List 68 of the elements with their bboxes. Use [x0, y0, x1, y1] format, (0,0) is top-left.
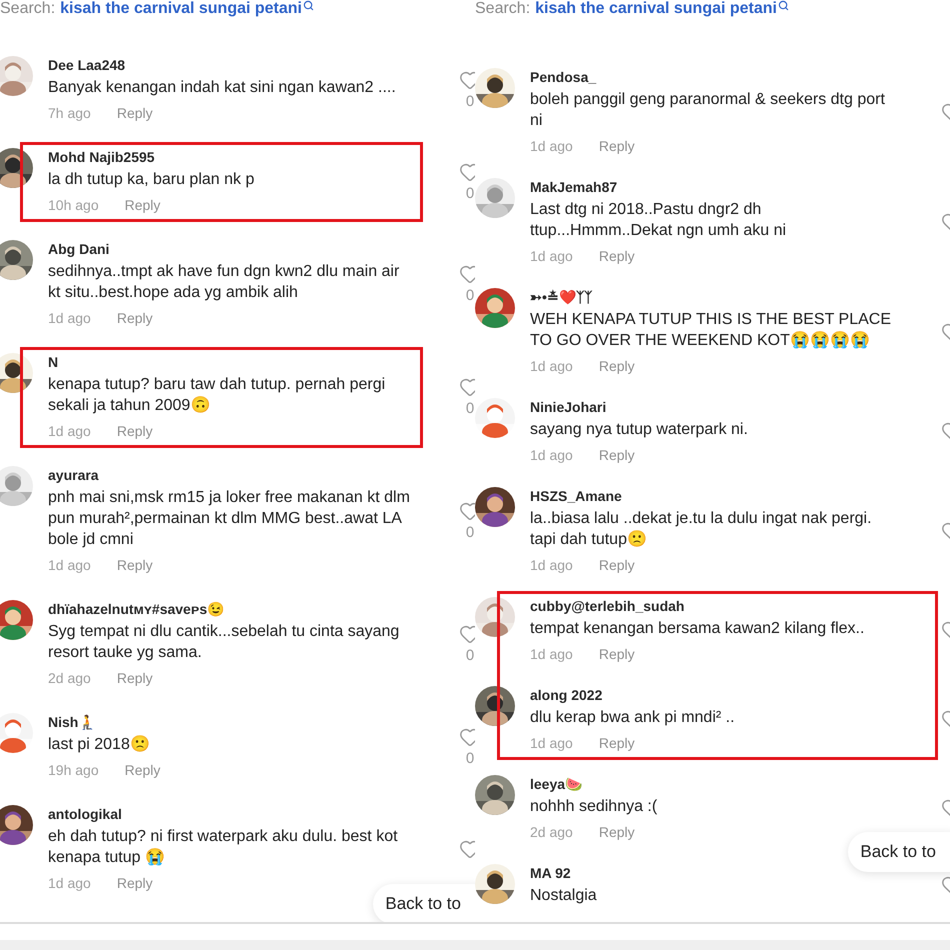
username[interactable]: cubby@terlebih_sudah: [530, 597, 684, 615]
comment-time: 1d ago: [530, 556, 573, 574]
comment-text: boleh panggil geng paranormal & seekers dtg port ni: [530, 90, 886, 131]
username[interactable]: Nish🧎: [48, 713, 96, 731]
comment-text: Nostalgia: [530, 886, 597, 906]
comment-text: kenapa tutup? baru taw dah tutup. pernah pergi sekali ja tahun 2009🙃: [48, 375, 386, 416]
comment-text: Banyak kenangan indah kat sini ngan kawan2 ....: [48, 78, 396, 98]
comment-time: 2d ago: [48, 669, 91, 687]
comment-time: 1d ago: [48, 874, 91, 892]
username[interactable]: Pendosa_: [530, 68, 596, 86]
comment-text: sedihnya..tmpt ak have fun dgn kwn2 dlu main air kt situ..best.hope ada yg ambik alih: [48, 262, 400, 303]
like-count: 0: [466, 400, 474, 417]
heart-icon[interactable]: [459, 263, 475, 285]
comment-text: tempat kenangan bersama kawan2 kilang flex..: [530, 619, 864, 639]
comment-text: Syg tempat ni dlu cantik...sebelah tu cinta sayang resort tauke yg sama.: [48, 622, 400, 663]
username[interactable]: Abg Dani: [48, 240, 110, 258]
comment-time: 1d ago: [530, 137, 573, 155]
username[interactable]: along 2022: [530, 686, 602, 704]
comment-time: 1d ago: [530, 446, 573, 464]
username[interactable]: N: [48, 353, 58, 371]
like-count: 0: [466, 287, 474, 304]
comment-text: sayang nya tutup waterpark ni.: [530, 420, 748, 440]
heart-icon[interactable]: [459, 376, 475, 398]
comment-time: 10h ago: [48, 196, 99, 214]
username[interactable]: HSZS_Amane: [530, 487, 622, 505]
like-count: 0: [466, 92, 474, 110]
like-count: 0: [466, 524, 474, 540]
comment-time: 1d ago: [530, 357, 573, 375]
search-icon[interactable]: [778, 0, 789, 11]
comment-time: 1d ago: [530, 734, 573, 752]
comment-time: 1d ago: [48, 556, 91, 574]
comment-text: la dh tutup ka, baru plan nk p: [48, 170, 254, 190]
heart-icon[interactable]: [459, 623, 475, 645]
username[interactable]: leeya🍉: [530, 775, 582, 793]
username[interactable]: dhïahazelnutᴍʏ#saveᴘs😉: [48, 600, 224, 618]
comment-text: dlu kerap bwa ank pi mndi² ..: [530, 708, 735, 728]
username[interactable]: NinieJohari: [530, 398, 606, 416]
username[interactable]: MA 92: [530, 864, 571, 882]
search-icon[interactable]: [303, 0, 314, 11]
username[interactable]: Mohd Najib2595: [48, 148, 155, 166]
username[interactable]: antologikal: [48, 805, 122, 823]
search-query[interactable]: kisah the carnival sungai petani: [535, 0, 777, 18]
comment-time: 1d ago: [530, 247, 573, 265]
username[interactable]: ayurara: [48, 466, 99, 484]
comment-text: WEH KENAPA TUTUP THIS IS THE BEST PLACE TO GO OVER THE WEEKEND KOT😭😭😭😭: [530, 310, 892, 351]
username[interactable]: Dee Laa248: [48, 56, 126, 74]
comment-time: 7h ago: [48, 104, 91, 122]
comment-text: eh dah tutup? ni first waterpark aku dulu. best kot kenapa tutup 😭: [48, 827, 399, 868]
search-label: Search:: [475, 0, 530, 18]
username[interactable]: ➳•≛❤ᛉᛉ: [530, 288, 592, 306]
comment-text: Last dtg ni 2018..Pastu dngr2 dh ttup...Hmmm..Dekat ngn umh aku ni: [530, 200, 788, 241]
username[interactable]: MakJemah87: [530, 178, 618, 196]
comment-time: 19h ago: [48, 761, 99, 779]
comment-text: last pi 2018🙁: [48, 734, 150, 755]
like-count: 0: [466, 184, 474, 202]
comment-time: 1d ago: [48, 422, 91, 440]
search-label: Search:: [0, 0, 56, 18]
search-query[interactable]: kisah the carnival sungai petani: [60, 0, 302, 18]
like-count: 0: [466, 750, 474, 766]
comment-time: 1d ago: [530, 645, 573, 663]
back-to-top-button[interactable]: Back to to: [848, 832, 950, 872]
back-to-top-button[interactable]: Back to to: [373, 884, 475, 922]
comment-text: la..biasa lalu ..dekat je.tu la dulu ingat nak pergi. tapi dah tutup🙁: [530, 509, 873, 550]
comment-text: nohhh sedihnya :(: [530, 797, 658, 817]
comment-time: 1d ago: [48, 309, 91, 327]
comment-text: pnh mai sni,msk rm15 ja loker free makanan kt dlm pun murah²,permainan kt dlm MMG best..awat LA bole jd cmni: [48, 488, 411, 550]
like-count: 0: [466, 647, 474, 664]
comment-time: 2d ago: [530, 823, 573, 841]
